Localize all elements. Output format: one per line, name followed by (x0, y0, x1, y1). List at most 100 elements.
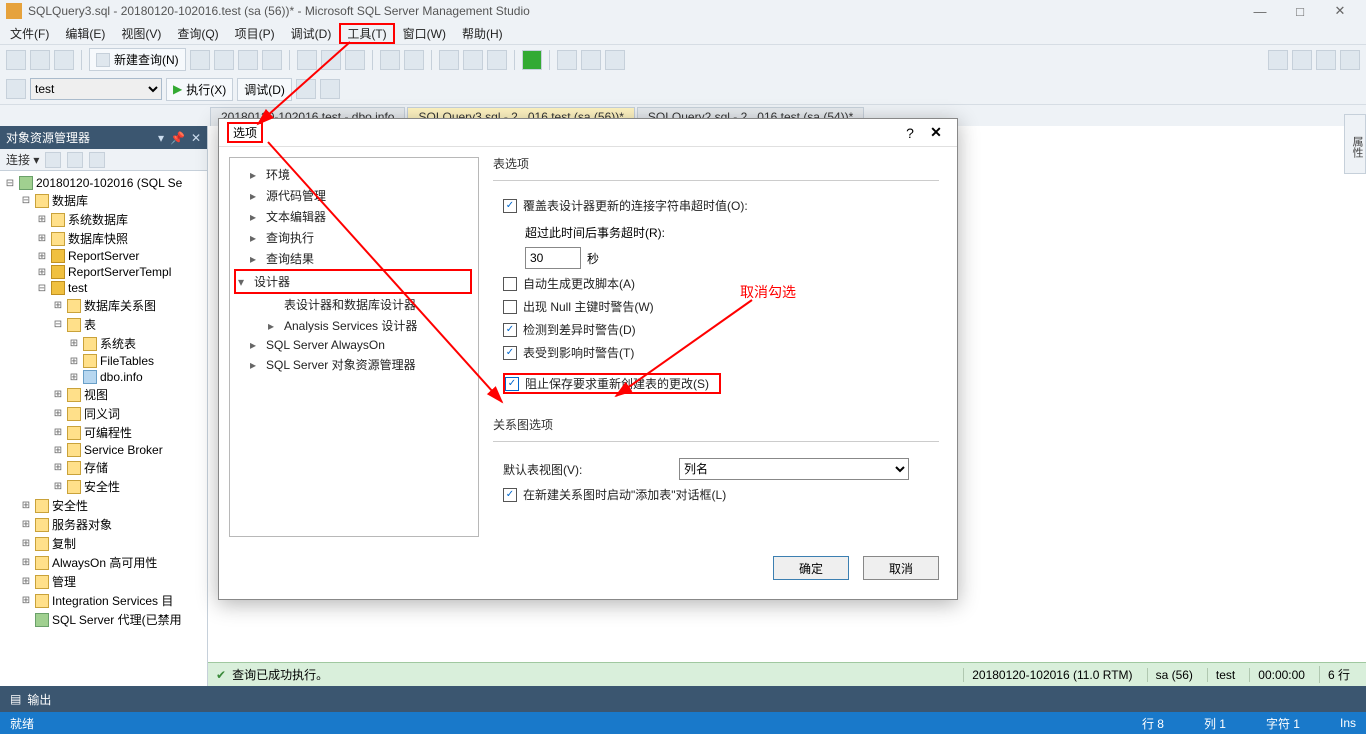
toolbar-icon[interactable] (30, 50, 50, 70)
minimize-button[interactable]: — (1240, 4, 1280, 19)
execute-button[interactable]: ▶执行(X) (166, 78, 233, 101)
menu-item[interactable]: 项目(P) (227, 23, 283, 44)
toolbar-icon[interactable] (557, 50, 577, 70)
output-panel-header[interactable]: ▤ 输出 (0, 686, 1366, 712)
dialog-close-button[interactable]: ✕ (923, 124, 949, 141)
database-selector[interactable]: test (30, 78, 162, 100)
tree-node[interactable]: ⊟test (0, 280, 207, 296)
checkbox-prevent-save[interactable] (505, 377, 519, 391)
checkbox-affect-warn[interactable] (503, 346, 517, 360)
tree-node[interactable]: ⊞AlwaysOn 高可用性 (0, 553, 207, 572)
debug-button[interactable]: 调试(D) (237, 78, 292, 101)
options-tree-item[interactable]: ▸源代码管理 (246, 185, 472, 206)
pin-icon[interactable]: 📌 (170, 131, 185, 145)
options-tree-item[interactable]: 表设计器和数据库设计器 (264, 294, 472, 315)
close-button[interactable]: ✕ (1320, 3, 1360, 19)
dropdown-icon[interactable]: ▾ (158, 131, 164, 145)
toolbar-icon[interactable] (262, 50, 282, 70)
checkbox-auto-script[interactable] (503, 277, 517, 291)
refresh-icon[interactable] (89, 152, 105, 168)
toolbar-icon[interactable] (6, 50, 26, 70)
connect-button[interactable]: 连接 ▾ (6, 151, 39, 168)
cancel-button[interactable]: 取消 (863, 556, 939, 580)
tree-node[interactable]: ⊞可编程性 (0, 423, 207, 442)
cut-icon[interactable] (297, 50, 317, 70)
tree-node[interactable]: ⊞安全性 (0, 496, 207, 515)
toolbar-icon[interactable] (1268, 50, 1288, 70)
tree-node[interactable]: ⊞服务器对象 (0, 515, 207, 534)
tree-node[interactable]: ⊞dbo.info (0, 369, 207, 385)
tree-node[interactable]: ⊞系统数据库 (0, 210, 207, 229)
tree-node[interactable]: ⊞FileTables (0, 353, 207, 369)
tree-node[interactable]: ⊞同义词 (0, 404, 207, 423)
toolbar-icon[interactable] (487, 50, 507, 70)
toolbar-icon[interactable] (1340, 50, 1360, 70)
tree-node[interactable]: ⊞Service Broker (0, 442, 207, 458)
toolbar-icon[interactable] (1292, 50, 1312, 70)
options-tree-item[interactable]: ▸查询执行 (246, 227, 472, 248)
options-tree-item[interactable]: ▸Analysis Services 设计器 (264, 315, 472, 336)
ok-button[interactable]: 确定 (773, 556, 849, 580)
tree-node[interactable]: ⊞复制 (0, 534, 207, 553)
menu-item[interactable]: 窗口(W) (395, 23, 454, 44)
menu-item[interactable]: 帮助(H) (454, 23, 511, 44)
tree-node[interactable]: ⊞数据库关系图 (0, 296, 207, 315)
tree-node[interactable]: ⊞安全性 (0, 477, 207, 496)
toolbar-icon[interactable] (6, 79, 26, 99)
properties-panel-collapsed[interactable]: 属性 (1344, 114, 1366, 174)
toolbar-icon[interactable] (238, 50, 258, 70)
tree-node[interactable]: ⊟20180120-102016 (SQL Se (0, 175, 207, 191)
toolbar-icon[interactable] (581, 50, 601, 70)
new-query-button[interactable]: 新建查询(N) (89, 48, 186, 71)
close-icon[interactable]: ✕ (191, 131, 201, 145)
toolbar-icon[interactable] (1316, 50, 1336, 70)
options-tree-item[interactable]: ▸查询结果 (246, 248, 472, 269)
timeout-input[interactable] (525, 247, 581, 269)
toolbar-icon[interactable] (67, 152, 83, 168)
options-tree[interactable]: ▸环境▸源代码管理▸文本编辑器▸查询执行▸查询结果▾设计器表设计器和数据库设计器… (229, 157, 479, 537)
tree-node[interactable]: ⊞数据库快照 (0, 229, 207, 248)
dialog-help-button[interactable]: ? (897, 125, 923, 141)
options-tree-item[interactable]: ▸SQL Server 对象资源管理器 (246, 354, 472, 375)
toolbar-icon[interactable] (463, 50, 483, 70)
toolbar-icon[interactable] (54, 50, 74, 70)
toolbar-icon[interactable] (190, 50, 210, 70)
checkbox-launch-add-table[interactable] (503, 488, 517, 502)
tree-node[interactable]: ⊞ReportServer (0, 248, 207, 264)
explorer-tree[interactable]: ⊟20180120-102016 (SQL Se⊟数据库⊞系统数据库⊞数据库快照… (0, 171, 207, 686)
options-tree-item[interactable]: ▾设计器 (234, 269, 472, 294)
checkbox-override-connection[interactable] (503, 199, 517, 213)
toolbar-icon[interactable] (605, 50, 625, 70)
menu-item[interactable]: 编辑(E) (57, 23, 113, 44)
options-tree-item[interactable]: ▸SQL Server AlwaysOn (246, 336, 472, 354)
tree-node[interactable]: ⊞存储 (0, 458, 207, 477)
tree-node[interactable]: ⊞管理 (0, 572, 207, 591)
toolbar-icon[interactable] (214, 50, 234, 70)
redo-icon[interactable] (404, 50, 424, 70)
parse-icon[interactable] (320, 79, 340, 99)
checkbox-diff-warn[interactable] (503, 323, 517, 337)
options-tree-item[interactable]: ▸文本编辑器 (246, 206, 472, 227)
tree-node[interactable]: ⊟表 (0, 315, 207, 334)
toolbar-icon[interactable] (45, 152, 61, 168)
run-icon[interactable] (522, 50, 542, 70)
menu-item[interactable]: 调试(D) (283, 23, 340, 44)
maximize-button[interactable]: □ (1280, 4, 1320, 19)
tree-node[interactable]: ⊞视图 (0, 385, 207, 404)
menu-item[interactable]: 文件(F) (2, 23, 57, 44)
stop-icon[interactable] (296, 79, 316, 99)
paste-icon[interactable] (345, 50, 365, 70)
menu-item[interactable]: 视图(V) (113, 23, 169, 44)
menu-item[interactable]: 工具(T) (339, 23, 394, 44)
undo-icon[interactable] (380, 50, 400, 70)
options-tree-item[interactable]: ▸环境 (246, 164, 472, 185)
default-view-select[interactable]: 列名 (679, 458, 909, 480)
tree-node[interactable]: ⊞Integration Services 目 (0, 591, 207, 610)
tree-node[interactable]: ⊞系统表 (0, 334, 207, 353)
tree-node[interactable]: ⊟数据库 (0, 191, 207, 210)
tree-node[interactable]: ⊞ReportServerTempl (0, 264, 207, 280)
copy-icon[interactable] (321, 50, 341, 70)
menu-item[interactable]: 查询(Q) (169, 23, 226, 44)
checkbox-null-warn[interactable] (503, 300, 517, 314)
tree-node[interactable]: SQL Server 代理(已禁用 (0, 610, 207, 629)
